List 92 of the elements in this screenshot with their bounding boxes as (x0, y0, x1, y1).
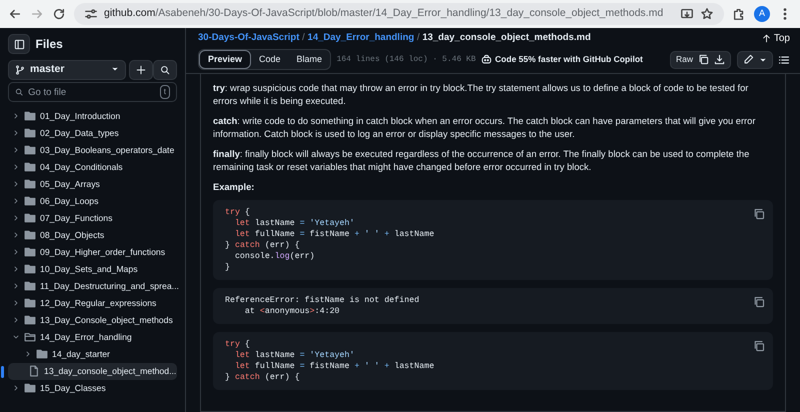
folder-icon (24, 280, 36, 292)
folder-icon (24, 331, 36, 344)
folder-icon (24, 246, 36, 258)
add-file-button[interactable] (129, 60, 153, 80)
collapse-sidebar-button[interactable] (8, 34, 30, 54)
go-to-file-input[interactable]: Go to file (28, 84, 155, 100)
folder-icon (24, 297, 36, 310)
folder-tree-item[interactable]: 10_Day_Sets_and_Maps (8, 260, 177, 278)
code-line: let fullName = fistName + ' ' + lastName (234, 229, 434, 240)
view-tab[interactable]: Blame (288, 50, 330, 70)
top-link[interactable]: Top (762, 31, 790, 46)
address-bar[interactable]: github.com/Asabeneh/30-Days-Of-JavaScript/blob/master/14_Day_Error_handling/13_day_console_object_methods.md (74, 3, 724, 25)
view-tab[interactable]: Code (251, 50, 289, 70)
pencil-icon[interactable] (742, 54, 754, 65)
code-line: } (225, 262, 230, 274)
branch-icon (15, 64, 25, 74)
code-line: } catch (err) { (225, 372, 300, 384)
file-name: 13_day_console_object_methods.md (422, 32, 591, 44)
folder-icon (24, 195, 36, 208)
search-icon (160, 64, 170, 74)
folder-tree-item[interactable]: 03_Day_Booleans_operators_date (8, 142, 177, 159)
copy-icon[interactable] (753, 208, 765, 220)
code-line: let lastName = 'Yetayeh' (234, 350, 354, 362)
folder-icon (36, 348, 48, 360)
folder-icon (24, 144, 36, 156)
code-line: try { (225, 207, 250, 218)
folder-icon (24, 161, 36, 174)
folder-tree-item[interactable]: 11_Day_Destructuring_and_sprea... (8, 278, 177, 295)
folder-icon (24, 212, 36, 224)
folder-icon (24, 263, 36, 276)
bookmark-star-icon[interactable] (700, 7, 714, 21)
folder-icon (24, 314, 36, 326)
folder-tree-item[interactable]: 04_Day_Conditionals (8, 158, 177, 176)
caret-down-icon (111, 64, 120, 73)
code-line: console.log(err) (234, 251, 315, 262)
search-icon (15, 87, 24, 98)
code-line: at <anonymous>:4:20 (244, 306, 340, 318)
sidebar-icon (14, 38, 24, 50)
code-line: let fullName = fistName + ' ' + lastName (234, 361, 434, 372)
copilot-promo[interactable]: Code 55% faster with GitHub Copilot (495, 53, 643, 66)
path-separator: / (302, 32, 305, 44)
download-icon[interactable] (714, 54, 725, 65)
folder-tree-item[interactable]: 05_Day_Arrays (8, 176, 177, 193)
back-arrow-icon[interactable] (8, 7, 22, 21)
paragraph: finally: finally block will always be executed regardless of the occurrence of an error. The finally block can be used to complete the remaining task or reset variables that might have changed before error occurred in try block. (213, 148, 750, 174)
folder-icon (24, 178, 36, 190)
folder-tree-item[interactable]: 12_Day_Regular_expressions (8, 294, 177, 312)
copy-icon[interactable] (698, 54, 709, 65)
plus-icon (136, 64, 146, 74)
go-to-file-field[interactable]: Go to file t (8, 82, 177, 102)
folder-tree-item[interactable]: 07_Day_Functions (8, 210, 177, 227)
url-text: github.com/Asabeneh/30-Days-Of-JavaScript/blob/master/14_Day_Error_handling/13_day_console_object_methods.md (104, 6, 664, 22)
reload-icon[interactable] (52, 7, 66, 21)
folder-tree-item[interactable]: 01_Day_Introduction (8, 108, 177, 125)
folder-tree-item[interactable]: 15_Day_Classes (8, 380, 177, 397)
shortcut-key: t (160, 85, 170, 100)
folder-tree-item[interactable]: 13_Day_Console_object_methods (8, 312, 177, 329)
folder-icon (24, 229, 36, 242)
sidebar-title: Files (36, 36, 63, 53)
paragraph: try: wrap suspicious code that may throw an error in try block.The try statement allows us to define a block of code to be tested for errors while it is being executed. (213, 82, 750, 108)
extensions-icon[interactable] (732, 7, 746, 21)
code-line: let lastName = 'Yetayeh' (234, 218, 354, 230)
folder-tree-item[interactable]: 06_Day_Loops (8, 192, 177, 210)
outline-list-icon[interactable] (778, 54, 790, 66)
breadcrumb-link[interactable]: 14_Day_Error_handling (308, 32, 414, 44)
view-tab[interactable]: Preview (199, 50, 252, 70)
folder-tree-item[interactable]: 08_Day_Objects (8, 226, 177, 244)
arrow-up-icon (762, 34, 772, 43)
folder-tree-item[interactable]: 14_Day_Error_handling (8, 328, 177, 346)
folder-icon (24, 127, 36, 140)
path-separator: / (416, 32, 420, 44)
folder-tree-item[interactable]: 14_day_starter (8, 346, 177, 363)
copy-icon[interactable] (753, 296, 765, 308)
code-line: ReferenceError: fistName is not defined (225, 295, 420, 306)
section-heading: Example: (213, 180, 256, 194)
copy-icon[interactable] (753, 340, 765, 352)
file-info: 164 lines (146 loc) · 5.46 KB (336, 54, 476, 66)
folder-icon (24, 110, 36, 122)
profile-avatar[interactable]: A (754, 6, 770, 22)
search-button[interactable] (153, 60, 177, 80)
site-settings-icon (84, 7, 98, 21)
folder-tree-item[interactable]: 09_Day_Higher_order_functions (8, 244, 177, 261)
file-icon (28, 365, 40, 378)
code-line: try { (225, 339, 250, 350)
folder-tree-item[interactable]: 02_Day_Data_types (8, 124, 177, 142)
install-icon[interactable] (680, 7, 694, 21)
caret-down-icon[interactable] (758, 56, 766, 64)
breadcrumb-link[interactable]: 30-Days-Of-JavaScript (198, 32, 300, 44)
folder-icon (24, 382, 36, 394)
code-line: } catch (err) { (225, 240, 300, 252)
paragraph: catch: write code to do something in catch block when an error occurs. The catch block can have parameters that will give you error information. Catch block is used to log an error or display specific messages to the user. (213, 114, 756, 142)
branch-selector[interactable]: master (8, 60, 126, 80)
